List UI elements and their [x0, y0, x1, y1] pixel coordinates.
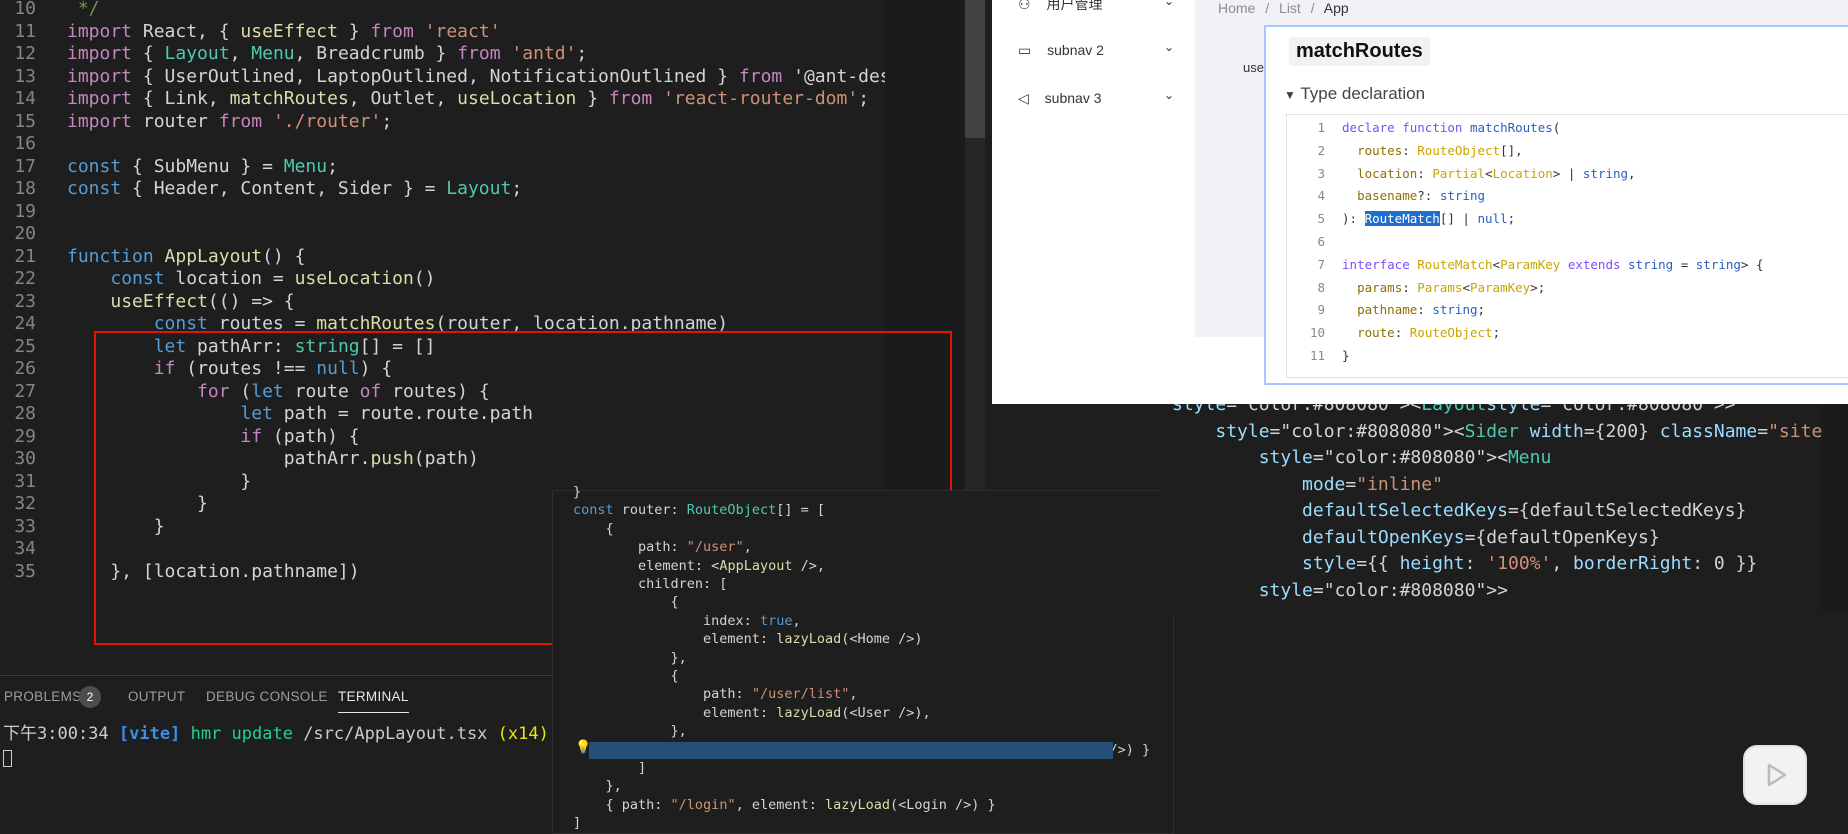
- chevron-down-icon[interactable]: ⌄: [1164, 0, 1174, 8]
- code-line: pathname: string;: [1357, 302, 1486, 318]
- doc-title: matchRoutes: [1289, 37, 1430, 66]
- tab-debug-console[interactable]: DEBUG CONSOLE: [206, 689, 328, 704]
- terminal-tag: [vite]: [118, 724, 181, 744]
- code-line: },: [573, 778, 622, 795]
- line-number: 9: [1317, 302, 1325, 318]
- line-number: 5: [1317, 211, 1325, 227]
- code-line: {: [573, 668, 679, 684]
- sidebar-item-label: subnav 3: [1044, 90, 1102, 106]
- router-code-popup[interactable]: } const router: RouteObject[] = [ { path:…: [552, 484, 1174, 834]
- minimap: [1822, 404, 1848, 614]
- code-line: style="color:#808080"><Layoutstyle="colo…: [1172, 404, 1736, 415]
- code-line: routes: RouteObject[],: [1357, 142, 1523, 158]
- play-button[interactable]: [1743, 745, 1807, 805]
- code-line: }: [573, 484, 582, 500]
- code-line: }: [1342, 348, 1350, 363]
- doc-popup: matchRoutes ▼ Type declaration 1 declare …: [1264, 25, 1848, 385]
- code-line: {: [573, 520, 614, 537]
- code-line: element: <AppLayout />,: [573, 557, 825, 574]
- breadcrumb-home[interactable]: Home: [1218, 0, 1255, 16]
- line-number: 11: [1309, 348, 1325, 363]
- code-line: route: RouteObject;: [1357, 325, 1501, 341]
- code-line: path: "/user",: [573, 539, 752, 556]
- code-line: },: [573, 649, 687, 666]
- code-line: const { Header, Content, Sider } = Layou…: [67, 178, 523, 199]
- code-line: element: lazyLoad(<Home />): [573, 631, 923, 648]
- terminal-file: /src/AppLayout.tsx: [303, 724, 488, 744]
- code-line: {: [573, 594, 679, 611]
- breadcrumb: Home / List / App: [1218, 0, 1349, 16]
- code-line: ): RouteMatch[] | null;: [1342, 211, 1516, 227]
- problems-count-badge: 2: [79, 686, 101, 708]
- code-line: location: Partial<Location> | string,: [1357, 165, 1636, 181]
- terminal-msg: hmr update: [190, 724, 293, 744]
- breadcrumb-list[interactable]: List: [1279, 0, 1301, 16]
- code-line: import router from './router';: [67, 110, 393, 132]
- code-line: interface RouteMatch<ParamKey extends st…: [1342, 256, 1764, 272]
- terminal-output[interactable]: 下午3:00:34 [vite] hmr update /src/AppLayo…: [3, 723, 549, 745]
- code-line: { path: "/login", element: lazyLoad(<Log…: [573, 796, 996, 813]
- code-line: basename?: string: [1357, 188, 1486, 204]
- terminal-time: 下午3:00:34: [3, 724, 109, 744]
- breadcrumb-app: App: [1323, 0, 1349, 16]
- chevron-down-icon[interactable]: ⌄: [1164, 40, 1174, 54]
- code-line: style={{ height: '100%', borderRight: 0 …: [1302, 553, 1758, 574]
- sidebar-item-subnav-2[interactable]: ▭ subnav 2: [1018, 42, 1104, 59]
- code-line: path: "/user/list",: [573, 686, 858, 703]
- code-line: declare function matchRoutes(: [1342, 120, 1561, 135]
- sidebar-item-label: 用户管理: [1046, 0, 1103, 12]
- line-selection: [589, 742, 1113, 759]
- bottom-panel: PROBLEMS 2 OUTPUT DEBUG CONSOLE TERMINAL…: [0, 675, 555, 833]
- code-line: mode="inline": [1302, 473, 1443, 495]
- chevron-down-icon[interactable]: ⌄: [1164, 88, 1174, 102]
- code-line: defaultSelectedKeys={defaultSelectedKeys…: [1302, 500, 1747, 521]
- line-number: 10: [1309, 325, 1325, 341]
- code-line: style="color:#808080"><Sider width={200}…: [1215, 420, 1848, 442]
- code-line: style="color:#808080"><Menu: [1258, 447, 1552, 468]
- user-icon: ⚇: [1018, 0, 1031, 12]
- code-line: ]: [573, 815, 582, 832]
- notification-icon: ◁: [1018, 90, 1029, 106]
- sidebar-item-label: subnav 2: [1047, 42, 1104, 58]
- line-number: 7: [1317, 256, 1325, 272]
- jsx-code-popup[interactable]: style="color:#808080"><Layoutstyle="colo…: [1162, 404, 1848, 614]
- doc-code-block: 1 declare function matchRoutes( 2 routes: …: [1286, 114, 1848, 378]
- code-line: style="color:#808080">>: [1258, 579, 1508, 601]
- sidebar-item-user-mgmt[interactable]: ⚇ 用户管理: [1018, 0, 1102, 14]
- sidebar-item-subnav-3[interactable]: ◁ subnav 3: [1018, 90, 1102, 107]
- app-sidebar: ⚇ 用户管理 ⌄ ▭ subnav 2 ⌄ ◁ subnav 3 ⌄: [992, 0, 1188, 160]
- terminal-count: (x14): [497, 724, 549, 744]
- code-line: ]: [573, 760, 647, 776]
- laptop-icon: ▭: [1018, 42, 1032, 58]
- scrollbar-thumb[interactable]: [965, 0, 985, 138]
- line-number: 3: [1317, 165, 1325, 181]
- caret-down-icon: ▼: [1284, 88, 1296, 102]
- section-label: Type declaration: [1300, 84, 1426, 103]
- code-line: const router: RouteObject[] = [: [573, 502, 825, 519]
- code-line: },: [573, 723, 687, 740]
- line-number: 2: [1317, 142, 1325, 158]
- play-icon: [1767, 763, 1787, 787]
- code-line: element: lazyLoad(<User />),: [573, 704, 931, 721]
- lightbulb-icon[interactable]: 💡: [575, 740, 591, 755]
- line-number: 35: [14, 560, 36, 582]
- terminal-cursor: [3, 750, 12, 767]
- tab-terminal[interactable]: TERMINAL: [338, 689, 409, 713]
- tab-output[interactable]: OUTPUT: [128, 689, 185, 704]
- tab-problems[interactable]: PROBLEMS: [4, 689, 81, 704]
- line-number: 6: [1317, 234, 1325, 249]
- code-line: children: [: [573, 576, 728, 592]
- line-number: 8: [1317, 279, 1325, 295]
- code-line: index: true,: [573, 612, 801, 629]
- line-number: 4: [1317, 188, 1325, 204]
- code-line: defaultOpenKeys={defaultOpenKeys}: [1302, 526, 1660, 548]
- code-line: params: Params<ParamKey>;: [1357, 279, 1546, 295]
- content-text: use: [1243, 60, 1264, 75]
- line-number: 1: [1317, 120, 1325, 135]
- type-declaration-toggle[interactable]: ▼ Type declaration: [1284, 84, 1425, 104]
